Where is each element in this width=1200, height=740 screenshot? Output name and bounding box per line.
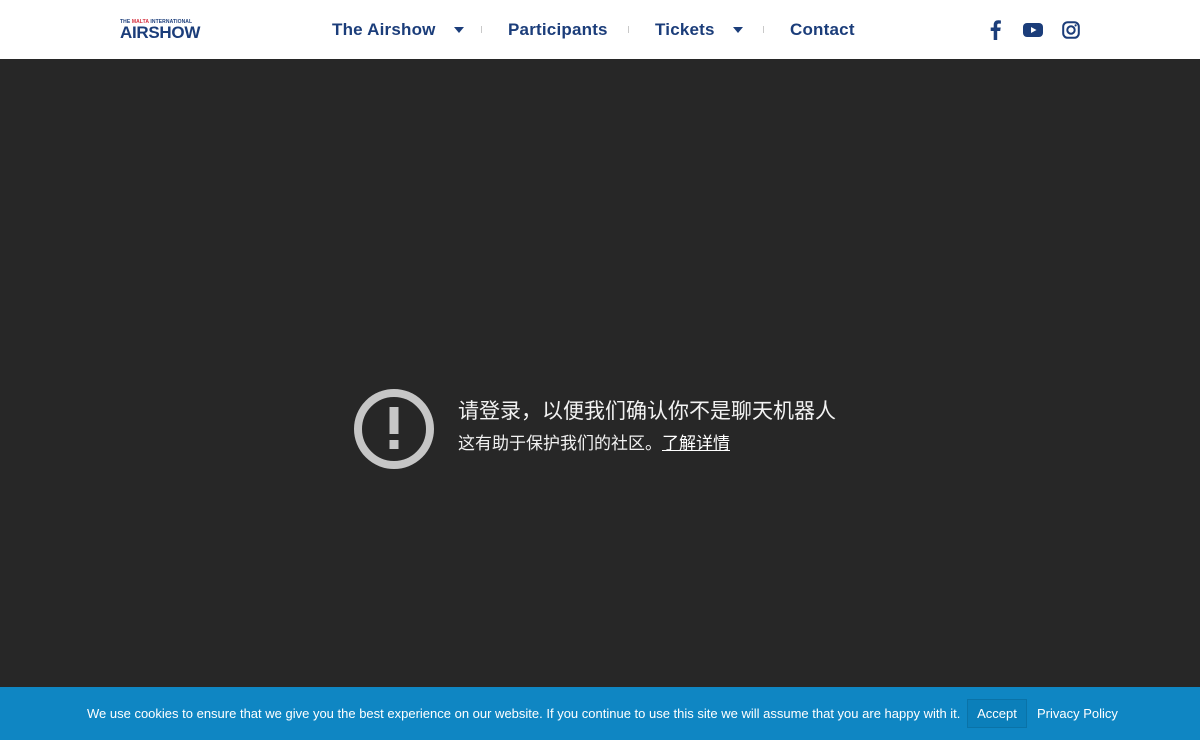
nav-separator <box>763 26 764 33</box>
accept-cookies-button[interactable]: Accept <box>967 699 1027 728</box>
facebook-icon[interactable] <box>984 19 1006 41</box>
chevron-down-icon <box>453 27 464 33</box>
nav-item-tickets[interactable]: Tickets <box>655 19 743 41</box>
privacy-policy-link[interactable]: Privacy Policy <box>1037 706 1118 722</box>
nav-label: Tickets <box>655 20 715 39</box>
notice-subtitle: 这有助于保护我们的社区。了解详情 <box>458 433 730 455</box>
site-header: THE MALTA INTERNATIONAL AIRSHOW The Airs… <box>0 0 1200 59</box>
nav-label: Contact <box>790 20 855 39</box>
notice-subtitle-text: 这有助于保护我们的社区。 <box>458 434 662 454</box>
nav-item-the-airshow[interactable]: The Airshow <box>332 19 464 41</box>
youtube-icon[interactable] <box>1022 19 1044 41</box>
learn-more-link[interactable]: 了解详情 <box>662 434 730 454</box>
instagram-icon[interactable] <box>1060 19 1082 41</box>
nav-label: Participants <box>508 20 608 39</box>
nav-item-contact[interactable]: Contact <box>790 19 855 41</box>
nav-label: The Airshow <box>332 20 436 39</box>
chevron-down-icon <box>732 27 743 33</box>
login-required-notice: 请登录，以便我们确认你不是聊天机器人 这有助于保护我们的社区。了解详情 <box>354 389 894 469</box>
cookie-consent-bar: We use cookies to ensure that we give yo… <box>0 687 1200 740</box>
nav-item-participants[interactable]: Participants <box>508 19 608 41</box>
notice-title: 请登录，以便我们确认你不是聊天机器人 <box>458 399 836 423</box>
airshow-logo[interactable]: THE MALTA INTERNATIONAL AIRSHOW <box>120 19 201 43</box>
logo-wordmark: AIRSHOW <box>120 23 201 42</box>
alert-icon <box>354 389 434 469</box>
nav-separator <box>481 26 482 33</box>
cookie-message: We use cookies to ensure that we give yo… <box>87 706 961 721</box>
nav-separator <box>628 26 629 33</box>
